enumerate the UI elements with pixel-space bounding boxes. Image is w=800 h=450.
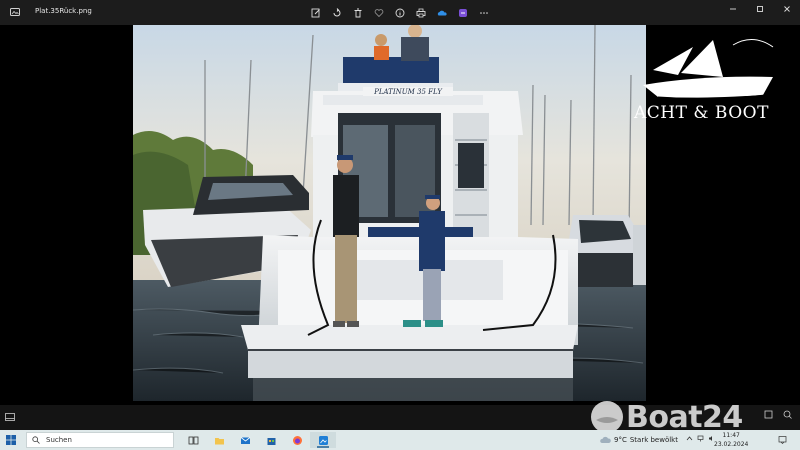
maximize-icon [756,6,763,12]
delete-button[interactable] [347,4,368,21]
clock-date: 23.02.2024 [714,441,749,448]
minimize-button[interactable] [719,0,746,18]
file-explorer-button[interactable] [206,432,232,448]
firefox-icon [292,435,302,445]
boat24-logo-icon [591,401,623,433]
onedrive-icon [437,10,447,15]
search-icon [32,436,40,444]
minimize-icon [729,8,736,10]
yacht-boot-text: ACHT & BOOT [634,103,769,123]
taskbar-search[interactable]: Suchen [26,432,174,448]
boat24-watermark: Boat24 [590,400,743,435]
more-icon [479,11,488,14]
rotate-button[interactable] [326,4,347,21]
title-bar: Plat.35Rück.png [0,0,800,25]
clipchamp-icon [458,8,467,17]
close-icon [783,6,790,12]
mail-button[interactable] [232,432,258,448]
photos-app-button[interactable] [310,432,336,448]
close-button[interactable] [773,0,800,18]
task-view-icon [188,436,198,444]
zoom-out-icon[interactable] [783,410,792,419]
viewer-toolbar [305,4,494,21]
photos-app-icon [10,8,20,16]
zoom-controls [764,410,792,419]
clipchamp-button[interactable] [452,4,473,21]
print-icon [416,8,425,17]
cloud-icon [600,436,611,443]
clock-time: 11:47 [722,432,740,439]
zoom-fit-icon[interactable] [764,410,773,419]
weather-widget[interactable]: 9°C Stark bewölkt [600,435,678,444]
firefox-button[interactable] [284,432,310,448]
weather-temp: 9°C [614,435,627,444]
delete-icon [354,8,361,17]
boat-photo: PLATINUM 35 FLY [133,25,646,401]
photos-icon [318,435,328,445]
print-button[interactable] [410,4,431,21]
mail-icon [240,436,250,444]
system-tray [686,435,715,442]
window-controls [719,0,800,18]
rotate-icon [333,7,340,16]
clock[interactable]: 11:47 23.02.2024 [714,431,748,449]
info-icon [395,8,404,17]
image-viewer: PLATINUM 35 FLY ACHT & BOOT [0,25,800,405]
store-icon [267,437,275,445]
maximize-button[interactable] [746,0,773,18]
onedrive-button[interactable] [431,4,452,21]
favorite-button[interactable] [368,4,389,21]
chevron-up-icon[interactable] [686,435,693,442]
info-button[interactable] [389,4,410,21]
more-button[interactable] [473,4,494,21]
folder-icon [214,437,224,444]
favorite-icon [374,8,383,17]
edit-button[interactable] [305,4,326,21]
store-button[interactable] [258,432,284,448]
task-view-button[interactable] [180,432,206,448]
weather-desc: Stark bewölkt [629,435,678,444]
notification-icon[interactable] [778,435,787,444]
network-icon[interactable] [697,435,704,442]
boat-name: PLATINUM 35 FLY [373,88,443,96]
taskbar: Suchen 9°C Stark bewölkt 11:47 23.02.202… [0,430,800,450]
search-placeholder: Suchen [46,436,72,444]
taskbar-apps [180,432,336,448]
filmstrip-icon[interactable] [5,413,15,421]
file-name: Plat.35Rück.png [35,7,92,15]
windows-start-icon[interactable] [6,435,16,445]
edit-icon [311,8,320,17]
